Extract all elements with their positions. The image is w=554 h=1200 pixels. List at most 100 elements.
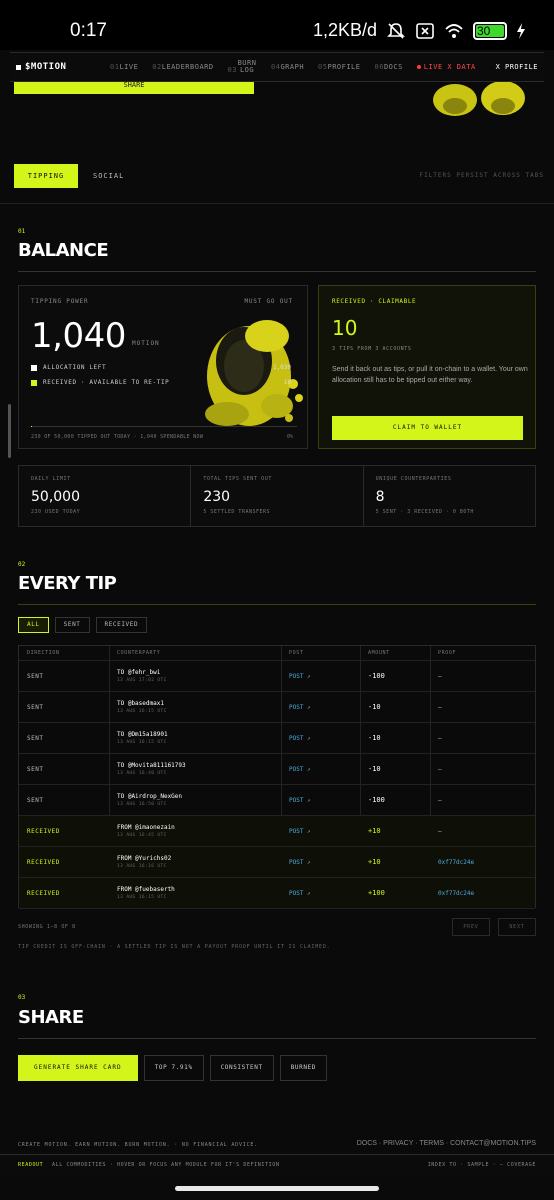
direction-cell: SENT <box>27 796 44 804</box>
legend-swatch <box>31 364 37 371</box>
post-link[interactable]: POST ↗ <box>289 661 311 691</box>
column-header: PROOF <box>438 650 457 656</box>
next-button[interactable]: NEXT <box>498 918 536 936</box>
counterparty-cell[interactable]: FROM @imaonezain 13 AUG 16:45 UTC <box>117 816 175 846</box>
tab-bar: TIPPING SOCIAL FILTERS PERSIST ACROSS TA… <box>14 164 544 188</box>
received-label: RECEIVED · CLAIMABLE <box>332 298 417 305</box>
x-profile-button[interactable]: X PROFILE <box>496 63 538 71</box>
tip-credit-note: TIP CREDIT IS OFF-CHAIN · A SETTLED TIP … <box>18 944 331 950</box>
readout-right: INDEX TO · SAMPLE · — COVERAGE <box>427 1162 536 1168</box>
spent-progress-bar <box>31 426 297 427</box>
tab-tipping[interactable]: TIPPING <box>14 164 78 188</box>
readout-label: READOUT <box>18 1162 44 1168</box>
wifi-icon <box>445 23 463 38</box>
nav-item-docs[interactable]: 06DOCS <box>375 63 403 71</box>
footer-tagline: CREATE MOTION. EARN MOTION. BURN MOTION.… <box>18 1142 259 1148</box>
section-rule <box>18 1038 536 1039</box>
nav-item-live[interactable]: 01LIVE <box>110 63 138 71</box>
counterparty-cell[interactable]: TO @basedmax1 13 AUG 16:15 UTC <box>117 692 167 722</box>
nav-item-leaderboard[interactable]: 02LEADERBOARD <box>152 63 213 71</box>
column-header: COUNTERPARTY <box>117 650 161 656</box>
home-indicator[interactable] <box>175 1186 379 1191</box>
power-percent: 0% <box>286 434 293 440</box>
logo-mark-icon <box>16 64 21 70</box>
direction-cell: RECEIVED <box>27 889 60 897</box>
column-header: DIRECTION <box>27 650 60 656</box>
amount-cell: -10 <box>368 734 381 742</box>
no-sim-icon <box>416 22 434 39</box>
table-row: SENT TO @Airdrop_NexGen 13 AUG 16:50 UTC PO… <box>19 785 535 816</box>
filter-sent[interactable]: SENT <box>54 617 90 633</box>
counterparty-cell[interactable]: FROM @fuebaserth 13 AUG 16:15 UTC <box>117 878 175 908</box>
amount-cell: +10 <box>368 827 381 835</box>
tab-social[interactable]: SOCIAL <box>93 164 124 188</box>
table-row: SENT TO @Movita811161793 13 AUG 16:40 UTC P… <box>19 754 535 785</box>
allocation-left-value: 1,030 <box>272 364 291 371</box>
direction-cell: RECEIVED <box>27 858 60 866</box>
showing-count: SHOWING 1–8 OF 8 <box>18 924 76 930</box>
post-link[interactable]: POST ↗ <box>289 847 311 877</box>
nav-item-profile[interactable]: 05PROFILE <box>318 63 360 71</box>
section-number: 02 <box>18 561 26 568</box>
top-nav: $MOTION 01LIVE 02LEADERBOARD 03BURN LOG … <box>10 52 544 82</box>
claim-to-wallet-button[interactable]: CLAIM TO WALLET <box>332 416 523 440</box>
chip-top-percent[interactable]: TOP 7.91% <box>143 1055 204 1081</box>
counterparty-cell[interactable]: FROM @Yurichs02 13 AUG 16:16 UTC <box>117 847 171 877</box>
top-share-button[interactable]: SHARE <box>14 82 254 94</box>
received-amount: 10 <box>332 316 358 340</box>
post-link[interactable]: POST ↗ <box>289 723 311 753</box>
nav-item-graph[interactable]: 04GRAPH <box>271 63 304 71</box>
live-data-indicator[interactable]: LIVE X DATA <box>416 63 476 71</box>
post-link[interactable]: POST ↗ <box>289 816 311 846</box>
post-link[interactable]: POST ↗ <box>289 754 311 784</box>
chip-burned[interactable]: BURNED <box>279 1055 327 1081</box>
balance-title: BALANCE <box>18 240 109 261</box>
post-link[interactable]: POST ↗ <box>289 878 311 908</box>
section-number: 01 <box>18 228 26 235</box>
proof-cell: — <box>438 703 442 711</box>
clock: 0:17 <box>70 20 107 41</box>
proof-cell: — <box>438 765 442 773</box>
footer-links[interactable]: DOCS · PRIVACY · TERMS · CONTACT@MOTION.… <box>357 1140 536 1147</box>
proof-cell: — <box>438 827 442 835</box>
filter-all[interactable]: ALL <box>18 617 49 633</box>
filter-received[interactable]: RECEIVED <box>95 617 148 633</box>
tipping-power-label: TIPPING POWER <box>31 298 89 305</box>
prev-button[interactable]: PREV <box>452 918 490 936</box>
nav-item-burn-log[interactable]: 03BURN LOG <box>228 60 257 74</box>
post-link[interactable]: POST ↗ <box>289 692 311 722</box>
must-go-out-label: MUST GO OUT <box>244 298 293 305</box>
proof-cell[interactable]: 0xf77dc24e <box>438 847 474 877</box>
stats-row: DAILY LIMIT 50,000 230 USED TODAY TOTAL … <box>18 465 536 527</box>
status-icons: 1,2KB/d 30 <box>313 20 526 41</box>
amount-cell: -10 <box>368 765 381 773</box>
tipping-power-card: TIPPING POWER MUST GO OUT 1,040 MOTION A… <box>18 285 308 449</box>
bell-muted-icon <box>387 22 405 39</box>
proof-cell: — <box>438 672 442 680</box>
amount-cell: +100 <box>368 889 385 897</box>
tipping-power-unit: MOTION <box>132 340 160 347</box>
divider <box>0 203 554 204</box>
legend-allocation: ALLOCATION LEFT <box>31 364 106 371</box>
post-link[interactable]: POST ↗ <box>289 785 311 815</box>
counterparty-cell[interactable]: TO @Dm15a18901 13 AUG 16:15 UTC <box>117 723 168 753</box>
table-row: RECEIVED FROM @Yurichs02 13 AUG 16:16 UTC P… <box>19 847 535 878</box>
logo[interactable]: $MOTION <box>16 62 96 72</box>
direction-cell: SENT <box>27 734 44 742</box>
direction-cell: SENT <box>27 765 44 773</box>
chip-consistent[interactable]: CONSISTENT <box>209 1055 274 1081</box>
spent-progress-fill <box>31 426 33 427</box>
status-bar: 0:17 1,2KB/d 30 <box>0 0 554 50</box>
direction-cell: SENT <box>27 672 44 680</box>
stat-unique-counterparties: UNIQUE COUNTERPARTIES 8 5 SENT · 3 RECEI… <box>375 476 474 515</box>
generate-share-card-button[interactable]: GENERATE SHARE CARD <box>18 1055 138 1081</box>
section-rule <box>18 271 536 272</box>
counterparty-cell[interactable]: TO @Movita811161793 13 AUG 16:40 UTC <box>117 754 186 784</box>
proof-cell[interactable]: 0xf77dc24e <box>438 878 474 908</box>
counterparty-cell[interactable]: TO @fehr_bwi 13 AUG 17:02 UTC <box>117 661 167 691</box>
legend-swatch <box>31 379 37 386</box>
every-tip-title: EVERY TIP <box>18 573 117 594</box>
scroll-indicator[interactable] <box>8 404 11 458</box>
column-header: AMOUNT <box>368 650 390 656</box>
counterparty-cell[interactable]: TO @Airdrop_NexGen 13 AUG 16:50 UTC <box>117 785 182 815</box>
